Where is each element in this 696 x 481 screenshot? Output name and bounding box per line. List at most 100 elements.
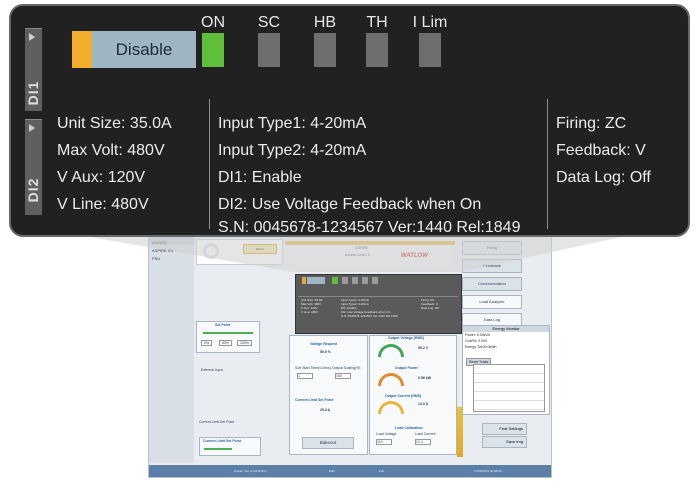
current-limit-set-point-label: Current Limit Set Point: [199, 420, 235, 424]
status-card: Reset: [196, 239, 283, 265]
save-img-button[interactable]: Save Img: [482, 436, 527, 448]
tab-di1[interactable]: DI1: [25, 28, 42, 111]
set-point-box: Set Point 0% 50% 100%: [196, 321, 260, 353]
voltage-request-value: 50.0 %: [320, 350, 331, 354]
current-limit-value: 29.4 A: [320, 408, 331, 412]
column-divider: [547, 99, 548, 229]
status-bar-item: 17/05/2019 04:08:00: [474, 469, 502, 473]
tab-di1-label: DI1: [25, 80, 41, 106]
energy-chart: [473, 364, 545, 412]
app-header: ASPIRE Access Level: 3: [285, 241, 455, 265]
load-calibration-title: Load Calibration: [395, 426, 423, 430]
serial-version: S.N: 0045678-1234567 Ver:1440 Rel:1849: [218, 219, 521, 236]
unit-size: Unit Size: 35.0A: [57, 115, 172, 132]
set-point-option[interactable]: 0%: [201, 340, 213, 346]
access-level: Access Level: 3: [345, 253, 370, 257]
firing-button[interactable]: Firing: [462, 241, 522, 255]
mini-status-panel: Unit Size: 35.0A Max Volt: 480V V Aux: 120…: [295, 274, 462, 334]
load-current-label: Load Current: [415, 432, 436, 436]
soft-start-label: Soft Start Time(x10ms): [295, 366, 331, 370]
progress-ring: [203, 243, 219, 259]
energy-total: Energy Tot:00.0kWh: [465, 345, 497, 349]
v-line: V Line: 480V: [57, 196, 149, 213]
status-bar: Power: Out of (ON/OFF) kWh kVA 17/05/201…: [149, 465, 551, 477]
input-type2: Input Type2: 4-20mA: [218, 142, 367, 159]
expand-triangle-icon: [29, 124, 35, 132]
expand-triangle-icon: [29, 33, 35, 41]
indicator-ilim-light: [419, 33, 441, 67]
power-gauge: [378, 373, 404, 386]
indicator-label-hb: HB: [313, 14, 337, 31]
feedback-mode: Feedback: V: [556, 142, 646, 159]
status-bar-item: kVA: [379, 469, 385, 473]
output-voltage-title: Output Voltage (RMS): [388, 336, 424, 340]
indicator-sc-light: [258, 33, 280, 67]
brand-logo: WATLOW: [401, 253, 428, 259]
output-current-title: Output Current (RMS): [385, 394, 422, 398]
reset-button[interactable]: Reset: [243, 244, 277, 254]
feat-settings-button[interactable]: Feat Settings: [482, 423, 527, 435]
set-point-title: Set Point: [215, 323, 231, 327]
status-bar-item: kWh: [329, 469, 335, 473]
right-button-column: Firing Feedback Communication Load Analy…: [462, 241, 522, 331]
current-gauge: [378, 401, 404, 414]
current-limit-box-title: Current Limit Set Point: [203, 439, 242, 443]
output-power-value: 0.96 kW: [418, 376, 432, 380]
indicator-label-on: ON: [201, 14, 225, 31]
load-analyzer-button[interactable]: Load Analyzer: [462, 295, 522, 309]
bakeout-button[interactable]: Bakeout: [302, 437, 354, 449]
load-voltage-label: Load Voltage: [376, 432, 397, 436]
set-point-option[interactable]: 100%: [237, 340, 252, 346]
current-limit-set-point-box: Current Limit Set Point: [199, 437, 261, 456]
sidebar-item[interactable]: PSU: [149, 253, 194, 261]
firing-mode: Firing: ZC: [556, 115, 627, 132]
voltage-request-title: Voltage Request: [310, 342, 338, 346]
input-type1: Input Type1: 4-20mA: [218, 115, 367, 132]
output-current-value: 14.0 A: [418, 402, 429, 406]
disable-button[interactable]: Disable: [72, 31, 196, 68]
disable-button-label: Disable: [115, 40, 173, 59]
header-title: ASPIRE: [355, 246, 368, 250]
indicator-th-light: [366, 33, 388, 67]
output-power-title: Output Power: [395, 366, 418, 370]
request-panel: Voltage Request 50.0 % Soft Start Time(x…: [289, 335, 368, 455]
communication-button[interactable]: Communication: [462, 277, 522, 291]
max-volt: Max Volt: 480V: [57, 142, 165, 159]
sidebar-item[interactable]: ASPIRE: [149, 237, 194, 245]
voltage-gauge: [378, 344, 404, 357]
sidebar-item[interactable]: ASPIRE SN: [149, 245, 194, 253]
disable-button-color-strip: [72, 31, 92, 68]
set-point-option[interactable]: 50%: [219, 340, 233, 346]
status-bar-item: Power: Out of (ON/OFF): [234, 469, 267, 473]
di1-status: DI1: Enable: [218, 169, 302, 186]
tab-di2[interactable]: DI2: [25, 119, 42, 215]
tab-di2-label: DI2: [25, 177, 41, 203]
load-voltage-input[interactable]: 119: [376, 439, 392, 445]
column-divider: [209, 99, 210, 229]
external-input-label: External Input: [201, 368, 223, 372]
output-scaling-input[interactable]: 100: [335, 373, 351, 379]
indicator-label-th: TH: [366, 14, 388, 31]
energy-monitor: Energy Monitor Power: 0.00kVA CosPhi: 0.…: [462, 325, 550, 415]
current-limit-title: Current Limit Set Point: [295, 398, 334, 402]
load-current-input[interactable]: 21.4: [415, 439, 431, 445]
set-point-slider[interactable]: [203, 332, 253, 334]
indicator-hb-light: [314, 33, 336, 67]
feedback-button[interactable]: Feedback: [462, 259, 522, 273]
output-voltage-value: 59.2 V: [418, 346, 429, 350]
output-panel: Output Voltage (RMS) 59.2 V Output Power…: [369, 335, 457, 455]
background-app-screenshot: ASPIRE ASPIRE SN PSU Reset ASPIRE Access…: [148, 236, 552, 478]
indicator-label-ilim: I Lim: [412, 14, 448, 31]
di2-status: DI2: Use Voltage Feedback when On: [218, 196, 482, 213]
indicator-on-light: [202, 33, 224, 67]
data-log-status: Data Log: Off: [556, 169, 651, 186]
output-scaling-label: Output Scaling(%): [332, 366, 361, 370]
unit-info-column: Unit Size: 35.0A Max Volt: 480V V Aux: 1…: [57, 110, 172, 218]
current-limit-slider[interactable]: [204, 448, 232, 450]
app-sidebar: ASPIRE ASPIRE SN PSU: [149, 237, 194, 463]
input-info-column: Input Type1: 4-20mA Input Type2: 4-20mA …: [218, 110, 521, 236]
soft-start-input[interactable]: 1: [297, 373, 313, 379]
v-aux: V Aux: 120V: [57, 169, 146, 186]
firing-info-column: Firing: ZC Feedback: V Data Log: Off: [556, 110, 651, 191]
indicator-label-sc: SC: [257, 14, 281, 31]
